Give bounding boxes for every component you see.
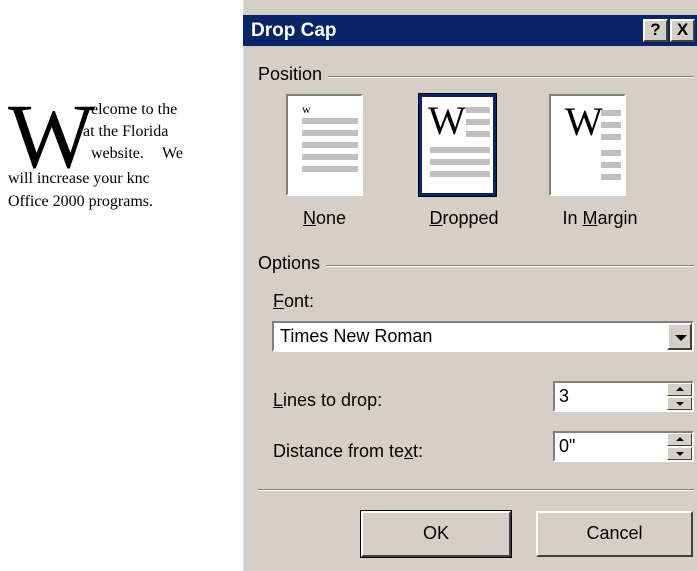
distance-from-text-label: Distance from text:: [273, 441, 424, 461]
doc-line-1: elcome to the: [91, 101, 178, 118]
distance-value: 0": [559, 436, 576, 456]
font-select-value: Times New Roman: [280, 326, 433, 346]
thumb-letter-dropped: W: [428, 98, 466, 143]
lines-down-button[interactable]: [667, 397, 692, 410]
font-label: Font:: [273, 291, 315, 311]
spin-down-icon: [676, 402, 684, 406]
drop-cap-letter: W: [8, 85, 95, 187]
options-group-label: Options: [258, 253, 327, 274]
spin-up-icon: [676, 387, 684, 391]
close-button[interactable]: X: [670, 19, 695, 42]
font-dropdown-button[interactable]: [667, 323, 692, 350]
doc-line-4: will increase your knc: [8, 170, 150, 187]
ok-button[interactable]: OK: [360, 510, 512, 558]
dialog-title: Drop Cap: [251, 20, 337, 41]
distance-spinner[interactable]: 0": [553, 431, 694, 462]
doc-line-2: at the Florida: [83, 123, 169, 140]
position-dropped-thumbnail[interactable]: W: [418, 93, 497, 197]
help-button[interactable]: ?: [643, 19, 668, 42]
lines-to-drop-label: Lines to drop:: [273, 390, 383, 410]
ok-button-label: OK: [422, 523, 449, 543]
lines-to-drop-spinner[interactable]: 3: [553, 381, 694, 412]
position-in-margin-thumbnail[interactable]: W: [549, 94, 626, 196]
help-icon: ?: [650, 20, 661, 39]
position-none-label: None: [302, 208, 347, 228]
doc-line-5: Office 2000 programs.: [8, 193, 153, 210]
position-none-thumbnail[interactable]: w: [286, 94, 363, 196]
close-icon: X: [676, 20, 689, 39]
lines-up-button[interactable]: [667, 383, 692, 396]
distance-up-button[interactable]: [667, 433, 692, 446]
thumb-small-letter: w: [302, 102, 311, 116]
drop-cap-dialog: [241, 0, 697, 571]
distance-down-button[interactable]: [667, 447, 692, 460]
position-dropped-label: Dropped: [429, 208, 499, 228]
font-select[interactable]: Times New Roman: [272, 321, 694, 352]
position-group-label: Position: [258, 64, 329, 85]
doc-line-3b: We: [162, 145, 183, 162]
spin-down-icon: [676, 452, 684, 456]
doc-line-3: website.: [91, 145, 144, 162]
cancel-button[interactable]: Cancel: [536, 511, 693, 557]
thumb-letter-margin: W: [565, 99, 603, 144]
dialog-separator: [258, 489, 694, 491]
spin-up-icon: [676, 437, 684, 441]
position-in-margin-label: In Margin: [562, 208, 638, 228]
lines-to-drop-value: 3: [559, 386, 570, 406]
cancel-button-label: Cancel: [586, 523, 643, 543]
dialog-title-bar[interactable]: Drop Cap: [243, 15, 697, 46]
chevron-down-icon: [675, 335, 687, 341]
